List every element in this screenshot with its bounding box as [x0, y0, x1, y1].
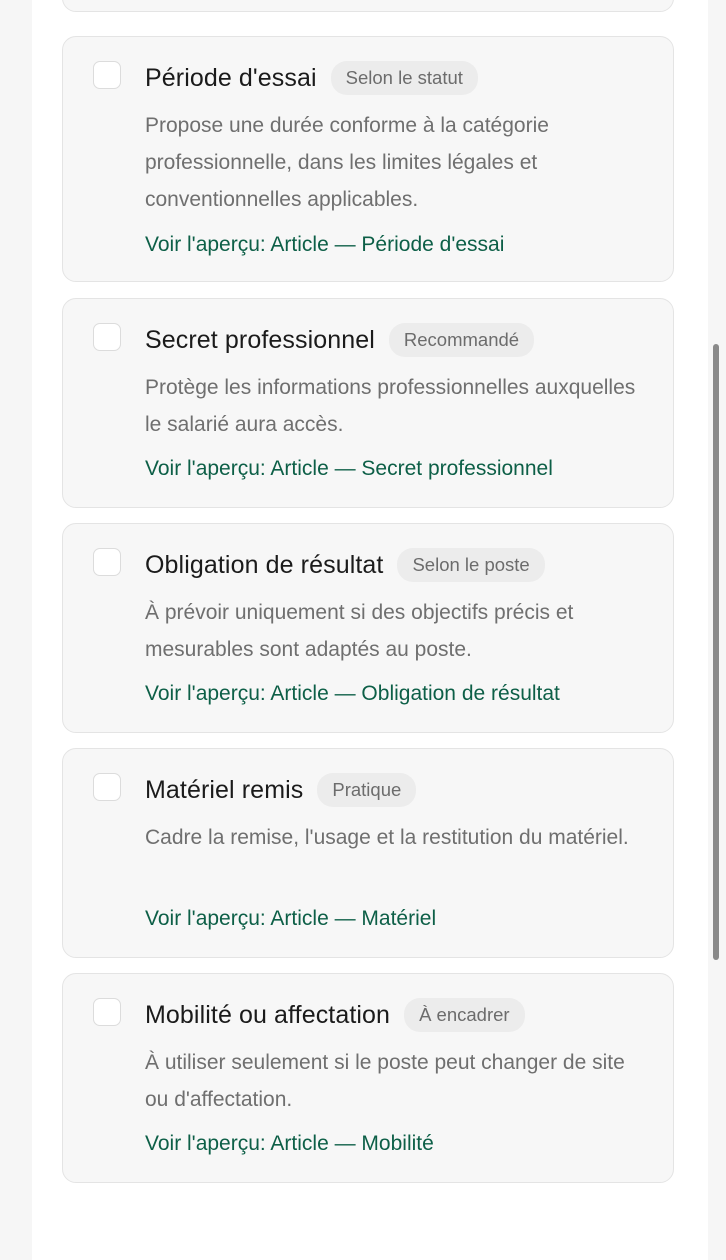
- option-card-mobilite: Mobilité ou affectation À encadrer À uti…: [62, 973, 674, 1183]
- card-description: Propose une durée conforme à la catégori…: [145, 114, 549, 211]
- status-badge: Pratique: [317, 773, 417, 807]
- card-title: Matériel remis: [145, 775, 304, 804]
- card-header: Obligation de résultat Selon le poste: [145, 548, 545, 582]
- preview-link[interactable]: Voir l'aperçu: Article — Mobilité: [145, 1132, 434, 1156]
- card-header: Mobilité ou affectation À encadrer: [145, 998, 525, 1032]
- card-description: À utiliser seulement si le poste peut ch…: [145, 1051, 625, 1111]
- option-checkbox[interactable]: [93, 773, 121, 801]
- card-description: Cadre la remise, l'usage et la restituti…: [145, 826, 629, 849]
- card-title: Secret professionnel: [145, 325, 375, 354]
- card-title: Obligation de résultat: [145, 550, 384, 579]
- card-title: Mobilité ou affectation: [145, 1000, 391, 1029]
- card-description: Protège les informations professionnelle…: [145, 376, 636, 436]
- status-badge: Selon le statut: [330, 61, 478, 95]
- option-checkbox[interactable]: [93, 548, 121, 576]
- preview-link[interactable]: Voir l'aperçu: Article — Période d'essai: [145, 233, 504, 257]
- option-checkbox[interactable]: [93, 323, 121, 351]
- card-header: Période d'essai Selon le statut: [145, 61, 478, 95]
- card-description: À prévoir uniquement si des objectifs pr…: [145, 601, 574, 661]
- card-title: Période d'essai: [145, 63, 317, 92]
- option-checkbox[interactable]: [93, 61, 121, 89]
- option-card-obligation-resultat: Obligation de résultat Selon le poste À …: [62, 523, 674, 733]
- preview-link[interactable]: Voir l'aperçu: Article — Matériel: [145, 907, 436, 931]
- option-card-secret-professionnel: Secret professionnel Recommandé Protège …: [62, 298, 674, 508]
- status-badge: Selon le poste: [397, 548, 545, 582]
- option-card-materiel-remis: Matériel remis Pratique Cadre la remise,…: [62, 748, 674, 958]
- status-badge: À encadrer: [404, 998, 525, 1032]
- card-header: Secret professionnel Recommandé: [145, 323, 535, 357]
- status-badge: Recommandé: [388, 323, 535, 357]
- preview-link[interactable]: Voir l'aperçu: Article — Secret professi…: [145, 457, 553, 481]
- option-card-partial: [62, 0, 674, 12]
- option-checkbox[interactable]: [93, 998, 121, 1026]
- preview-link[interactable]: Voir l'aperçu: Article — Obligation de r…: [145, 682, 560, 706]
- card-header: Matériel remis Pratique: [145, 773, 417, 807]
- scrollbar[interactable]: [713, 344, 719, 960]
- option-card-periode-essai: Période d'essai Selon le statut Propose …: [62, 36, 674, 282]
